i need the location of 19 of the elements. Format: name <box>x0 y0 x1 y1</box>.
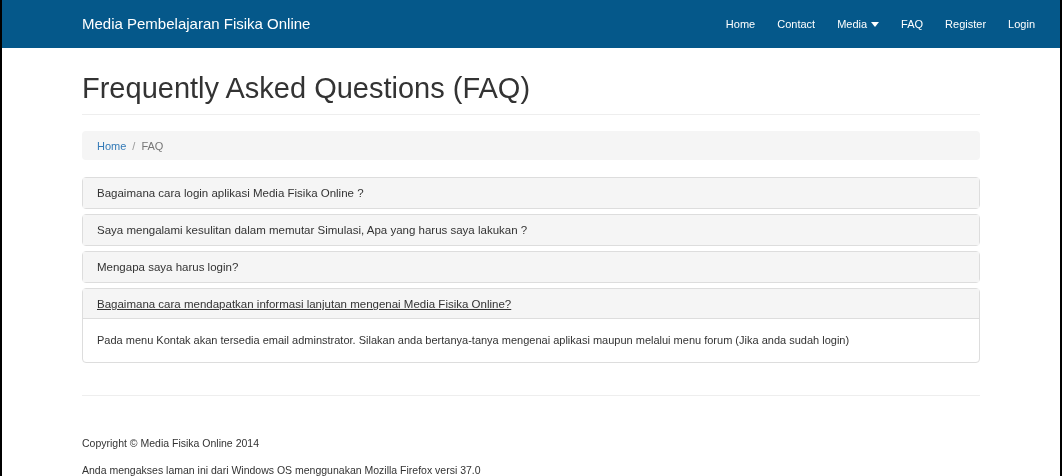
faq-question[interactable]: Saya mengalami kesulitan dalam memutar Simulasi, Apa yang harus saya lakukan ? <box>83 215 979 246</box>
brand-link[interactable]: Media Pembelajaran Fisika Online <box>82 12 311 36</box>
page-title: Frequently Asked Questions (FAQ) <box>82 70 980 116</box>
footer-text: Copyright © Media Fisika Online 2014 <box>82 435 260 451</box>
breadcrumb-separator: / <box>131 138 137 154</box>
footer-text: Anda mengakses laman ini dari Windows OS menggunakan Mozilla Firefox versi 37.0 <box>82 462 482 476</box>
nav-link[interactable]: Register <box>934 15 998 33</box>
nav-link[interactable]: FAQ <box>890 15 935 33</box>
faq-question[interactable]: Mengapa saya harus login? <box>83 252 979 283</box>
nav-link[interactable]: Login <box>997 15 1046 33</box>
nav-link[interactable]: Home <box>714 15 767 33</box>
faq-answer: Pada menu Kontak akan tersedia email adminstrator. Silakan anda bertanya-tanya mengenai aplikasi maupun melalui menu forum (Jika anda sudah login) <box>96 333 851 349</box>
nav-link[interactable]: Contact <box>766 15 827 33</box>
nav-link[interactable]: Media <box>826 15 891 33</box>
caret-icon <box>871 21 880 27</box>
breadcrumb-link[interactable]: FAQ <box>141 137 164 154</box>
breadcrumb-link[interactable]: Home <box>97 137 127 154</box>
faq-question[interactable]: Bagaimana cara mendapatkan informasi lanjutan mengenai Media Fisika Online? <box>83 289 979 320</box>
faq-question[interactable]: Bagaimana cara login aplikasi Media Fisika Online ? <box>83 178 979 209</box>
